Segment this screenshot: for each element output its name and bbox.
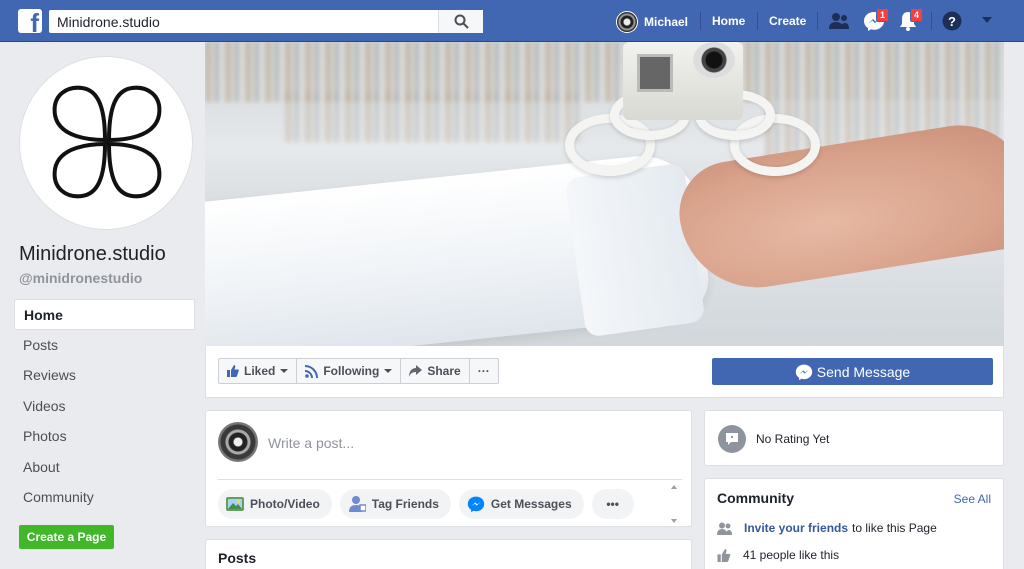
posts-section: Posts: [205, 539, 692, 569]
nav-divider: [817, 12, 818, 30]
page-profile-picture[interactable]: [19, 56, 193, 230]
liked-button[interactable]: Liked: [219, 359, 298, 383]
community-card: Community See All Invite your friends to…: [704, 478, 1004, 569]
tag-friends-button[interactable]: Tag Friends: [339, 489, 451, 519]
messenger-icon: [467, 496, 485, 513]
photo-icon: [226, 497, 244, 511]
rating-status: No Rating Yet: [756, 432, 830, 446]
drone-camera-screen: [637, 54, 673, 92]
account-menu-chevron-down-icon[interactable]: [982, 17, 992, 24]
help-icon[interactable]: ?: [942, 11, 962, 31]
search-button[interactable]: [438, 10, 483, 33]
following-label: Following: [323, 364, 380, 378]
minidrone-logo: [52, 85, 162, 199]
composer-actions: Photo/Video Tag Friends Get Messages •••: [218, 489, 634, 519]
nav-create-link[interactable]: Create: [769, 14, 806, 28]
composer-scrollbar[interactable]: [668, 481, 680, 527]
messages-count-badge: 1: [876, 8, 890, 22]
messenger-icon: [795, 364, 812, 380]
composer-more-button[interactable]: •••: [591, 489, 634, 519]
drone-camera-lens: [693, 42, 735, 78]
get-messages-label: Get Messages: [490, 497, 572, 511]
page-actions-group: Liked Following Share ···: [218, 358, 499, 384]
page-name: Minidrone.studio: [19, 243, 166, 265]
nav-profile-link[interactable]: Michael: [616, 11, 688, 33]
composer-page-avatar: [218, 422, 258, 462]
following-chevron-down-icon: [384, 369, 393, 373]
scroll-up-arrow-icon[interactable]: [671, 485, 677, 489]
more-options-button[interactable]: ···: [470, 359, 498, 383]
page-sidebar-nav: Home Posts Reviews Videos Photos About C…: [14, 299, 195, 513]
rss-feed-icon: [305, 364, 319, 378]
library-shelves-background: [285, 92, 585, 142]
more-options-label: ···: [477, 364, 490, 378]
posts-section-title: Posts: [218, 550, 257, 566]
thumbs-up-icon: [227, 365, 239, 377]
invite-friends-text: to like this Page: [852, 521, 937, 535]
page-handle[interactable]: @minidronestudio: [19, 270, 142, 286]
sidebar-item-about[interactable]: About: [14, 452, 195, 483]
get-messages-button[interactable]: Get Messages: [458, 489, 584, 519]
top-navigation-bar: f Minidrone.studio Michael Home Create 1…: [0, 0, 1024, 42]
share-label: Share: [427, 364, 461, 378]
sidebar-item-videos[interactable]: Videos: [14, 391, 195, 422]
search-input-value: Minidrone.studio: [57, 14, 160, 30]
logo-glyph: f: [30, 8, 39, 38]
sidebar-item-posts[interactable]: Posts: [14, 330, 195, 361]
photo-video-button[interactable]: Photo/Video: [218, 489, 332, 519]
send-message-label: Send Message: [816, 363, 911, 380]
tag-friends-label: Tag Friends: [371, 497, 439, 511]
invite-friends-row: Invite your friends to like this Page: [717, 521, 937, 535]
page-action-bar: Liked Following Share ··· Send Message: [205, 346, 1004, 398]
following-button[interactable]: Following: [297, 359, 402, 383]
rating-card: No Rating Yet: [704, 410, 1004, 466]
page-likes-row: 41 people like this: [717, 548, 839, 562]
friend-requests-icon[interactable]: [828, 12, 850, 30]
cover-photo[interactable]: [205, 42, 1004, 346]
user-name: Michael: [644, 15, 689, 29]
nav-divider: [931, 12, 932, 30]
composer-more-label: •••: [606, 497, 619, 511]
composer-divider: [218, 479, 682, 480]
create-page-button[interactable]: Create a Page: [19, 525, 114, 549]
sidebar-item-home[interactable]: Home: [14, 299, 195, 330]
community-title: Community: [717, 490, 794, 506]
invite-friends-icon: [717, 522, 732, 535]
rating-speech-bubble-icon: [718, 425, 746, 453]
thumbs-up-icon: [717, 548, 731, 562]
facebook-logo-icon[interactable]: f: [18, 8, 42, 38]
nav-home-link[interactable]: Home: [712, 14, 745, 28]
notifications-count-badge: 4: [910, 8, 924, 22]
user-avatar: [616, 11, 638, 33]
tag-friends-icon: [348, 496, 366, 512]
liked-chevron-down-icon: [280, 369, 289, 373]
nav-divider: [700, 12, 701, 30]
see-all-link[interactable]: See All: [954, 492, 991, 506]
liked-label: Liked: [244, 364, 276, 378]
share-button[interactable]: Share: [401, 359, 470, 383]
photo-video-label: Photo/Video: [250, 497, 320, 511]
share-arrow-icon: [409, 365, 423, 377]
scroll-down-arrow-icon[interactable]: [671, 519, 677, 523]
write-post-input[interactable]: Write a post...: [268, 435, 354, 451]
post-composer: Write a post... Photo/Video Tag Friends …: [205, 410, 692, 527]
send-message-button[interactable]: Send Message: [712, 358, 993, 385]
sidebar-item-community[interactable]: Community: [14, 482, 195, 513]
search-input[interactable]: Minidrone.studio: [49, 10, 483, 33]
sidebar-item-reviews[interactable]: Reviews: [14, 360, 195, 391]
search-icon: [454, 14, 469, 29]
sidebar-item-photos[interactable]: Photos: [14, 421, 195, 452]
invite-friends-link[interactable]: Invite your friends: [744, 521, 848, 535]
svg-text:?: ?: [948, 14, 956, 29]
nav-divider: [757, 12, 758, 30]
page-likes-count: 41 people like this: [743, 548, 840, 562]
